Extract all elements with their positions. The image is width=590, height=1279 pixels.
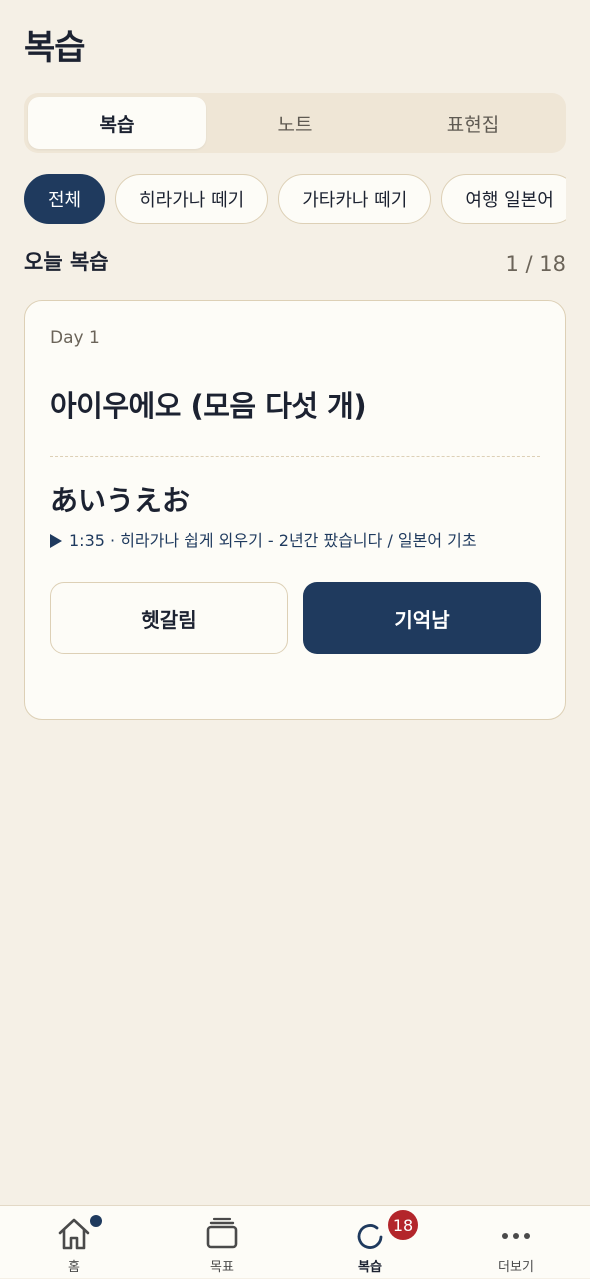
video-source-link[interactable]: 1:35 · 히라가나 쉽게 외우기 - 2년간 팠습니다 / 일본어 기초 — [50, 527, 550, 551]
nav-goals[interactable]: 목표 — [148, 1206, 296, 1279]
remember-button[interactable]: 기억남 — [303, 582, 541, 654]
nav-more[interactable]: 더보기 — [442, 1206, 590, 1279]
chip-hiragana[interactable]: 히라가나 떼기 — [115, 174, 269, 224]
card-divider — [50, 456, 540, 457]
tab-notes[interactable]: 노트 — [206, 97, 384, 149]
nav-home[interactable]: 홈 — [0, 1206, 148, 1279]
stack-icon — [148, 1216, 296, 1252]
chip-all[interactable]: 전체 — [24, 174, 106, 224]
play-icon[interactable] — [50, 534, 62, 548]
tab-expressions[interactable]: 표현집 — [384, 97, 562, 149]
card-kana: あいうえお — [50, 484, 191, 517]
nav-review[interactable]: 18 복습 — [296, 1206, 444, 1279]
nav-label-goals: 목표 — [210, 1260, 234, 1275]
review-counter: 1 / 18 — [505, 252, 566, 276]
refresh-icon — [296, 1216, 444, 1252]
notification-dot — [90, 1215, 102, 1227]
unsure-button[interactable]: 헷갈림 — [50, 582, 288, 654]
segment-control: 복습 노트 표현집 — [24, 93, 566, 153]
chip-katakana[interactable]: 가타카나 떼기 — [278, 174, 432, 224]
nav-label-more: 더보기 — [498, 1260, 534, 1275]
review-card: Day 1 아이우에오 (모음 다섯 개) あいうえお 1:35 · 히라가나 … — [24, 300, 566, 720]
nav-label-review: 복습 — [358, 1260, 382, 1275]
filter-chip-row[interactable]: 전체 히라가나 떼기 가타카나 떼기 여행 일본어 — [24, 174, 566, 226]
more-icon — [442, 1216, 590, 1252]
section-title: 오늘 복습 — [24, 250, 109, 274]
bottom-nav: 홈 목표 18 복습 더보기 — [0, 1205, 590, 1278]
home-icon — [0, 1216, 148, 1252]
nav-label-home: 홈 — [68, 1260, 80, 1275]
tab-review[interactable]: 복습 — [28, 97, 206, 149]
card-title: 아이우에오 (모음 다섯 개) — [50, 389, 367, 423]
review-count-badge: 18 — [388, 1210, 418, 1240]
card-day: Day 1 — [50, 328, 100, 348]
chip-travel-japanese[interactable]: 여행 일본어 — [441, 174, 566, 224]
video-source-text: 1:35 · 히라가나 쉽게 외우기 - 2년간 팠습니다 / 일본어 기초 — [69, 531, 477, 550]
page-title: 복습 — [24, 28, 86, 68]
